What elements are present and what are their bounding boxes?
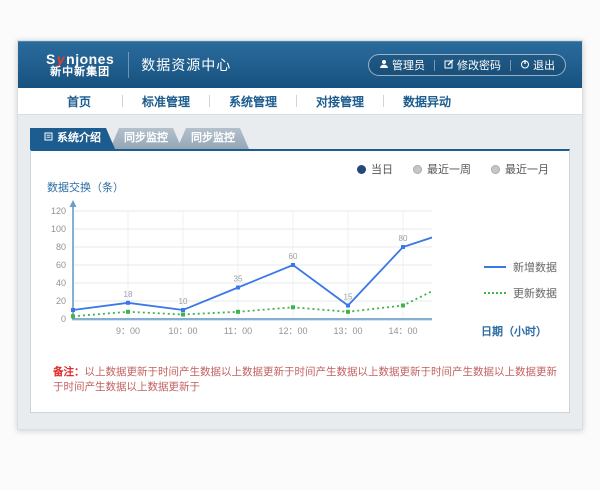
tab-sync-monitor-2[interactable]: 同步监控 (177, 128, 249, 149)
legend-line-swatch (484, 266, 506, 268)
document-icon (44, 128, 53, 149)
tab-label: 同步监控 (124, 128, 168, 149)
radio-dot (413, 165, 422, 174)
user-menu-label: 退出 (533, 57, 555, 73)
tab-system-intro[interactable]: 系统介绍 (30, 128, 115, 149)
svg-text:120: 120 (51, 206, 66, 216)
user-menu-separator (510, 60, 511, 71)
content-area: 系统介绍 同步监控 同步监控 当日 最近一周 (18, 115, 582, 429)
admin-user-button[interactable]: 管理员 (379, 57, 425, 73)
tab-label: 同步监控 (191, 128, 235, 149)
power-icon (520, 59, 530, 72)
legend-label: 新增数据 (513, 259, 557, 275)
logo-text: Synjones (46, 52, 114, 67)
svg-text:12：00: 12：00 (278, 326, 307, 336)
legend-line-swatch (484, 292, 506, 294)
radio-dot (491, 165, 500, 174)
radio-label: 最近一周 (427, 161, 471, 177)
user-menu-label: 管理员 (392, 57, 425, 73)
chart-area: 0 20 40 60 80 100 120 9：00 10：00 11：00 12：00 13：00 1… (43, 197, 557, 349)
change-password-button[interactable]: 修改密码 (444, 57, 501, 73)
footnote-label: 备注： (53, 366, 85, 378)
footnote: 备注：以上数据更新于时间产生数据以上数据更新于时间产生数据以上数据更新于时间产生… (53, 365, 557, 394)
legend-updated-data[interactable]: 更新数据 (484, 285, 557, 301)
svg-text:10: 10 (179, 297, 188, 306)
svg-text:80: 80 (56, 242, 66, 252)
svg-text:60: 60 (56, 260, 66, 270)
radio-label: 最近一月 (505, 161, 549, 177)
svg-text:100: 100 (51, 224, 66, 234)
tab-sync-monitor-1[interactable]: 同步监控 (110, 128, 182, 149)
nav-item-home[interactable]: 首页 (36, 93, 122, 110)
svg-text:13：00: 13：00 (333, 326, 362, 336)
radio-today[interactable]: 当日 (357, 161, 393, 177)
app-title: 数据资源中心 (141, 55, 231, 75)
main-nav: 首页 标准管理 系统管理 对接管理 数据异动 (18, 88, 582, 115)
line-chart: 0 20 40 60 80 100 120 9：00 10：00 11：00 12：00 13：00 1… (43, 197, 432, 349)
user-menu-label: 修改密码 (457, 57, 501, 73)
svg-text:20: 20 (56, 296, 66, 306)
header-divider (128, 52, 129, 78)
nav-item-standard-mgmt[interactable]: 标准管理 (123, 93, 209, 110)
radio-dot (357, 165, 366, 174)
nav-item-system-mgmt[interactable]: 系统管理 (210, 93, 296, 110)
tab-label: 系统介绍 (57, 128, 101, 149)
tab-bar: 系统介绍 同步监控 同步监控 (30, 128, 570, 149)
svg-text:11：00: 11：00 (224, 326, 252, 336)
radio-last-week[interactable]: 最近一周 (413, 161, 471, 177)
svg-text:14：00: 14：00 (388, 326, 417, 336)
svg-text:18: 18 (124, 290, 133, 299)
nav-item-interface-mgmt[interactable]: 对接管理 (297, 93, 383, 110)
app-window: Synjones 新中新集团 数据资源中心 管理员 修改密码 (17, 40, 583, 430)
user-menu: 管理员 修改密码 退出 (368, 54, 566, 76)
time-range-radios: 当日 最近一周 最近一月 (43, 161, 549, 177)
chart-panel: 当日 最近一周 最近一月 数据交换（条） 0 20 40 60 80 100 120 9：00… (30, 149, 570, 413)
logout-button[interactable]: 退出 (520, 57, 555, 73)
legend-label: 更新数据 (513, 285, 557, 301)
svg-text:80: 80 (399, 234, 408, 243)
logo-accent-mark: y (56, 51, 66, 67)
svg-text:9：00: 9：00 (116, 326, 140, 336)
logo-subtitle: 新中新集团 (46, 67, 114, 79)
user-menu-separator (434, 60, 435, 71)
user-icon (379, 59, 389, 72)
x-axis-title: 日期（小时） (481, 323, 547, 339)
svg-text:35: 35 (234, 275, 243, 284)
svg-text:0: 0 (61, 314, 66, 324)
radio-last-month[interactable]: 最近一月 (491, 161, 549, 177)
svg-text:15: 15 (344, 293, 353, 302)
radio-label: 当日 (371, 161, 393, 177)
footnote-text: 以上数据更新于时间产生数据以上数据更新于时间产生数据以上数据更新于时间产生数据以… (53, 366, 557, 393)
nav-item-data-change[interactable]: 数据异动 (384, 93, 470, 110)
edit-icon (444, 59, 454, 72)
y-axis-title: 数据交换（条） (47, 179, 557, 195)
app-header: Synjones 新中新集团 数据资源中心 管理员 修改密码 (18, 41, 582, 88)
svg-text:40: 40 (56, 278, 66, 288)
legend-new-data[interactable]: 新增数据 (484, 259, 557, 275)
svg-text:60: 60 (289, 252, 298, 261)
logo: Synjones 新中新集团 (46, 52, 114, 78)
svg-text:10：00: 10：00 (168, 326, 197, 336)
